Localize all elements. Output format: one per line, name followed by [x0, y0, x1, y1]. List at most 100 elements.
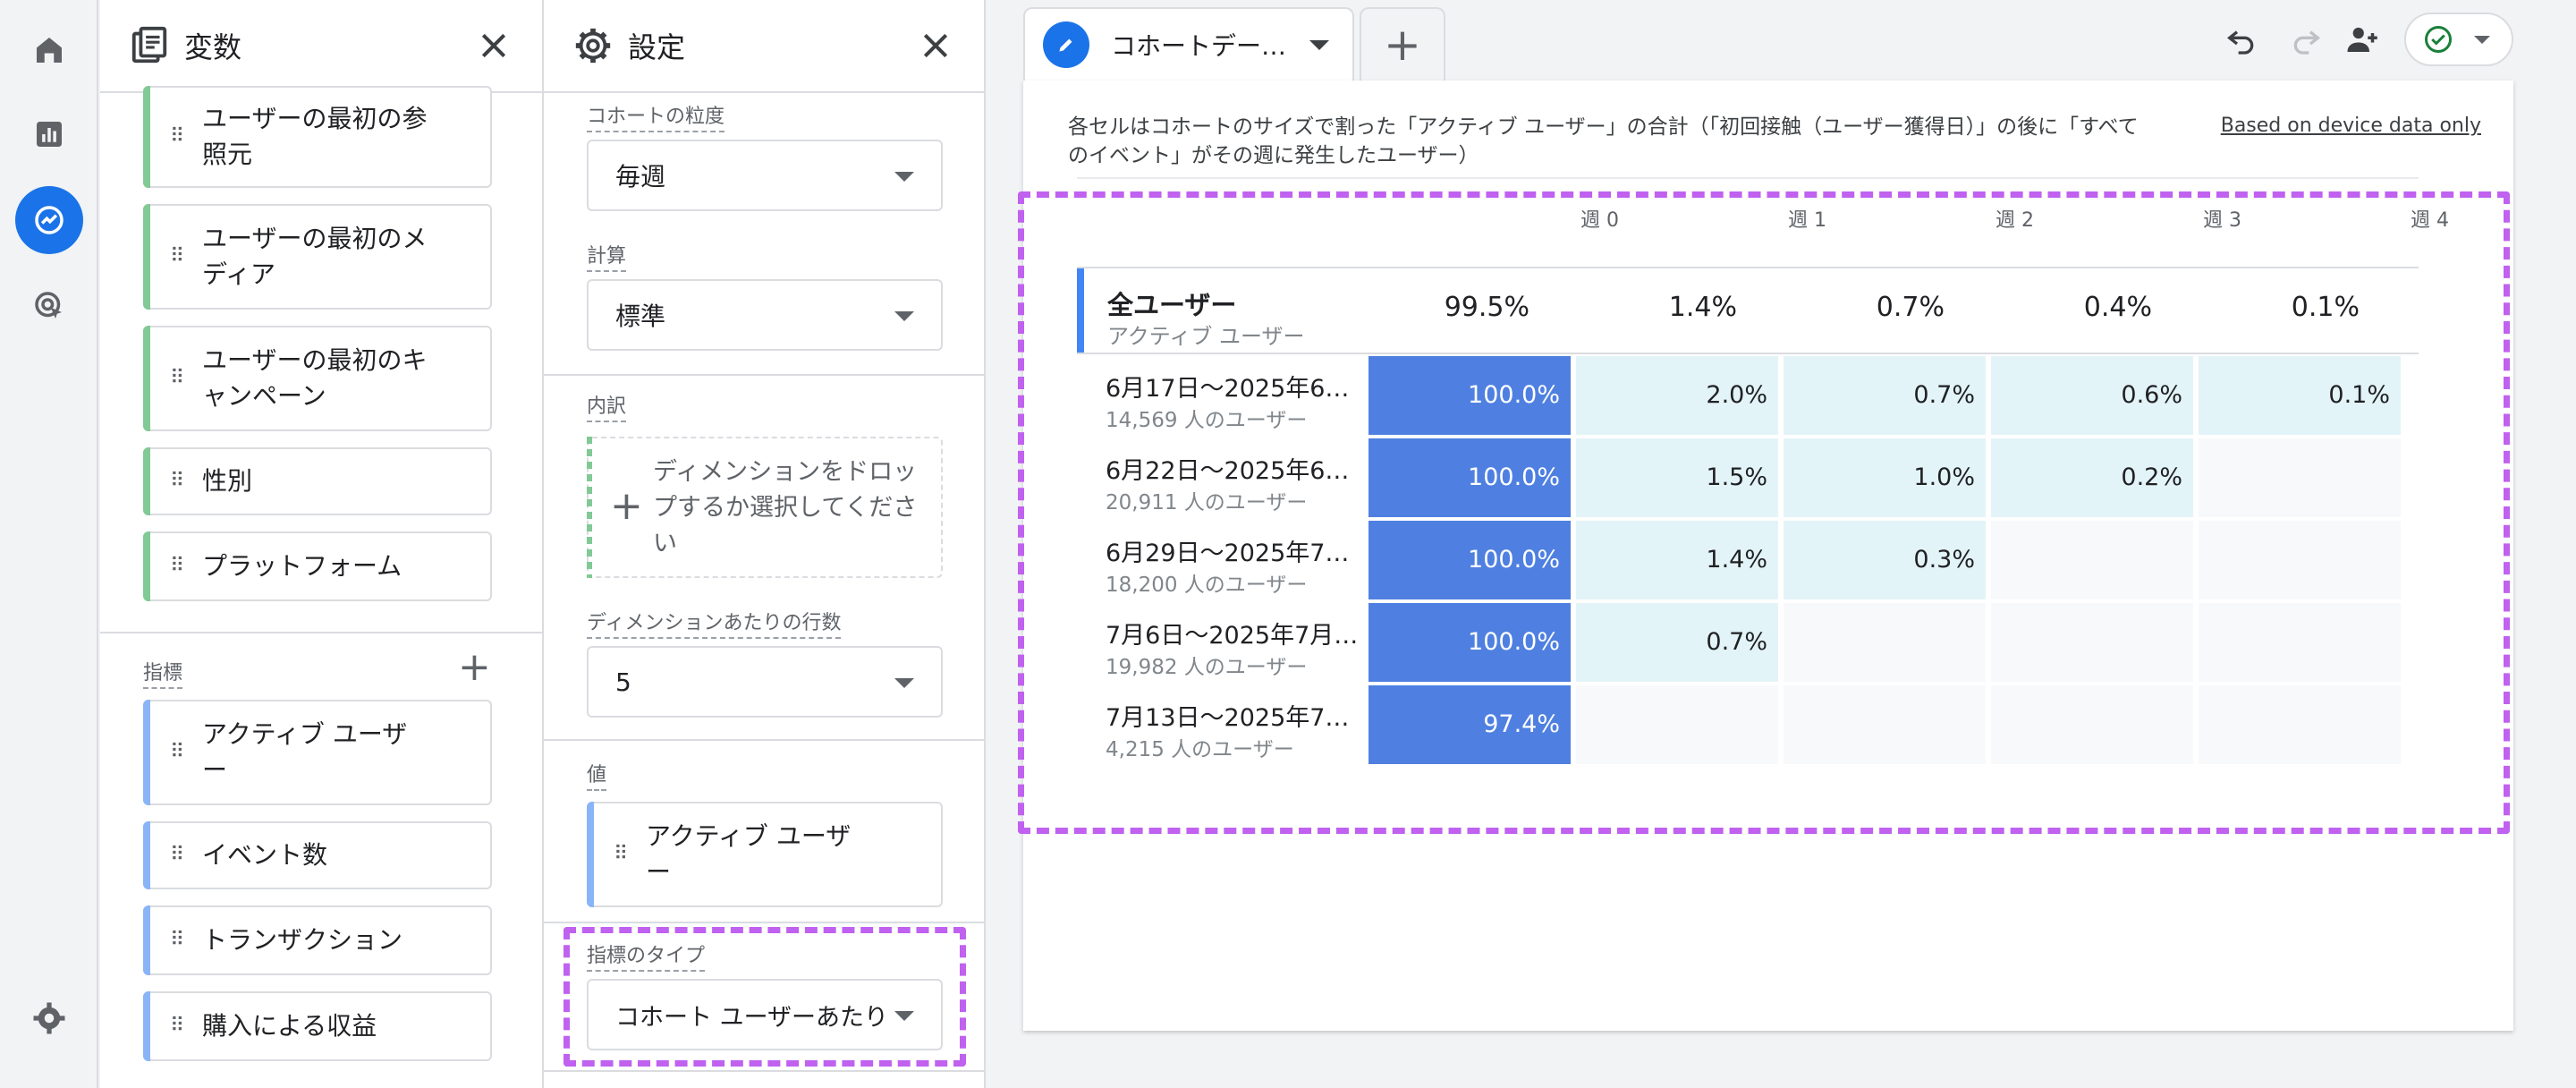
calculation-label: 計算: [587, 240, 627, 272]
dimension-chip[interactable]: ⠿ ユーザーの最初の参照元: [143, 86, 492, 188]
cohort-cell: [1991, 521, 2193, 599]
cohort-cell: [1576, 685, 1778, 764]
cohort-cell: 0.7%: [1784, 356, 1986, 435]
drag-handle-icon[interactable]: ⠿: [170, 846, 188, 865]
tab-cohort[interactable]: コホートデー…: [1023, 7, 1354, 81]
total-value: 1.4%: [1668, 292, 1737, 323]
panel-title: 変数: [184, 30, 242, 64]
total-value: 0.4%: [2083, 292, 2152, 323]
admin-gear-icon[interactable]: [15, 984, 83, 1052]
cohort-cell: 0.6%: [1991, 356, 2193, 435]
metrics-label: 指標: [143, 657, 183, 689]
total-value: 0.7%: [1876, 292, 1945, 323]
drag-handle-icon[interactable]: ⠿: [170, 127, 188, 147]
drag-handle-icon[interactable]: ⠿: [170, 743, 188, 762]
granularity-select[interactable]: 毎週: [587, 140, 943, 211]
total-value: 0.1%: [2291, 292, 2360, 323]
divider: [100, 632, 542, 633]
cohort-cell: 0.2%: [1991, 438, 2193, 517]
undo-icon[interactable]: [2218, 16, 2265, 63]
dimension-chip[interactable]: ⠿ 性別: [143, 447, 492, 515]
add-metric-icon[interactable]: +: [458, 644, 491, 690]
metric-chip[interactable]: ⠿ アクティブ ユーザー: [143, 700, 492, 805]
close-icon[interactable]: [476, 28, 512, 64]
panel-title: 設定: [628, 30, 686, 64]
cohort-cell: 100.0%: [1368, 521, 1571, 599]
close-icon[interactable]: [918, 28, 953, 64]
cohort-cell: 0.1%: [2199, 356, 2401, 435]
cohort-cell: [1991, 685, 2193, 764]
check-circle-icon: [2425, 26, 2452, 53]
column-header: 週 1: [1788, 209, 1826, 232]
add-dimension-icon[interactable]: +: [610, 483, 643, 529]
drag-handle-icon[interactable]: ⠿: [170, 931, 188, 950]
settings-gear-icon: [575, 28, 611, 64]
settings-panel: 設定 コホートの粒度 毎週 計算 標準 内訳 + ディメンションをドロップするか…: [544, 0, 986, 1088]
value-metric-chip[interactable]: ⠿ アクティブ ユーザー: [587, 802, 943, 907]
edit-pencil-icon[interactable]: [1043, 21, 1089, 68]
device-data-note[interactable]: Based on device data only: [2221, 115, 2481, 137]
total-value: 99.5%: [1444, 292, 1530, 323]
rows-per-dimension-select[interactable]: 5: [587, 646, 943, 718]
cohort-cell: 2.0%: [1576, 356, 1778, 435]
metric-chip[interactable]: ⠿ 購入による収益: [143, 991, 492, 1061]
share-user-icon[interactable]: [2340, 16, 2386, 63]
add-tab-button[interactable]: +: [1360, 7, 1445, 81]
cohort-cell: [1991, 603, 2193, 682]
drag-handle-icon[interactable]: ⠿: [170, 1016, 188, 1036]
drag-handle-icon[interactable]: ⠿: [170, 557, 188, 576]
cohort-cell: 0.3%: [1784, 521, 1986, 599]
dimension-chip[interactable]: ⠿ プラットフォーム: [143, 531, 492, 601]
calculation-select[interactable]: 標準: [587, 279, 943, 351]
cohort-row-size: 4,215 人のユーザー: [1106, 738, 1294, 761]
save-status-button[interactable]: [2404, 13, 2513, 66]
advertising-icon[interactable]: [15, 272, 83, 340]
redo-icon[interactable]: [2283, 16, 2329, 63]
cohort-row-size: 20,911 人のユーザー: [1106, 491, 1308, 514]
column-header: 週 0: [1580, 209, 1619, 232]
cohort-row-size: 19,982 人のユーザー: [1106, 656, 1308, 679]
cohort-cell: [1784, 603, 1986, 682]
column-header: 週 4: [2411, 209, 2449, 232]
metric-type-select[interactable]: コホート ユーザーあたり: [587, 979, 943, 1050]
cohort-cell: [1784, 685, 1986, 764]
dimension-chip[interactable]: ⠿ ユーザーの最初のメディア: [143, 204, 492, 310]
reports-icon[interactable]: [15, 100, 83, 168]
divider: [544, 374, 984, 376]
cohort-row-size: 18,200 人のユーザー: [1106, 574, 1308, 597]
report-description: 各セルはコホートのサイズで割った「アクティブ ユーザー」の合計（「初回接触（ユー…: [1068, 115, 2139, 167]
explore-icon[interactable]: [15, 186, 83, 254]
variables-panel: 変数 ⠿ ユーザーの最初の参照元 ⠿ ユーザーの最初のメディア ⠿ ユーザーの最…: [100, 0, 544, 1088]
nav-rail: [0, 0, 98, 1088]
breakdown-dropzone[interactable]: + ディメンションをドロップするか選択してください: [587, 437, 943, 578]
drag-handle-icon[interactable]: ⠿: [170, 247, 188, 267]
total-row: 全ユーザー アクティブ ユーザー 99.5% 1.4% 0.7% 0.4% 0.…: [1077, 267, 2419, 354]
granularity-label: コホートの粒度: [587, 100, 725, 132]
cohort-cell: 100.0%: [1368, 356, 1571, 435]
cohort-table-card: 各セルはコホートのサイズで割った「アクティブ ユーザー」の合計（「初回接触（ユー…: [1018, 81, 2513, 1031]
total-metric-name: アクティブ ユーザー: [1107, 324, 1305, 349]
breakdown-label: 内訳: [587, 390, 627, 422]
cohort-row-label: 6月17日〜2025年6…: [1106, 375, 1350, 403]
metric-type-label: 指標のタイプ: [587, 939, 706, 972]
tab-menu-caret-icon[interactable]: [1309, 39, 1329, 50]
drag-handle-icon[interactable]: ⠿: [614, 845, 631, 864]
cohort-row-size: 14,569 人のユーザー: [1106, 409, 1308, 432]
chevron-down-icon: [2474, 35, 2490, 44]
cohort-cell: 1.0%: [1784, 438, 1986, 517]
column-header: 週 3: [2203, 209, 2241, 232]
cohort-cell: [2199, 521, 2401, 599]
metric-chip[interactable]: ⠿ トランザクション: [143, 905, 492, 975]
metric-chip[interactable]: ⠿ イベント数: [143, 821, 492, 889]
drag-handle-icon[interactable]: ⠿: [170, 472, 188, 491]
cohort-cell: [2199, 438, 2401, 517]
dimension-chip[interactable]: ⠿ ユーザーの最初のキャンペーン: [143, 326, 492, 431]
cohort-cell: 1.4%: [1576, 521, 1778, 599]
dropdown-arrow-icon: [894, 311, 914, 321]
dropdown-arrow-icon: [894, 678, 914, 688]
drag-handle-icon[interactable]: ⠿: [170, 369, 188, 388]
cohort-cell: 0.7%: [1576, 603, 1778, 682]
home-icon[interactable]: [15, 16, 83, 84]
dropdown-arrow-icon: [894, 1011, 914, 1021]
divider: [1077, 177, 2419, 179]
